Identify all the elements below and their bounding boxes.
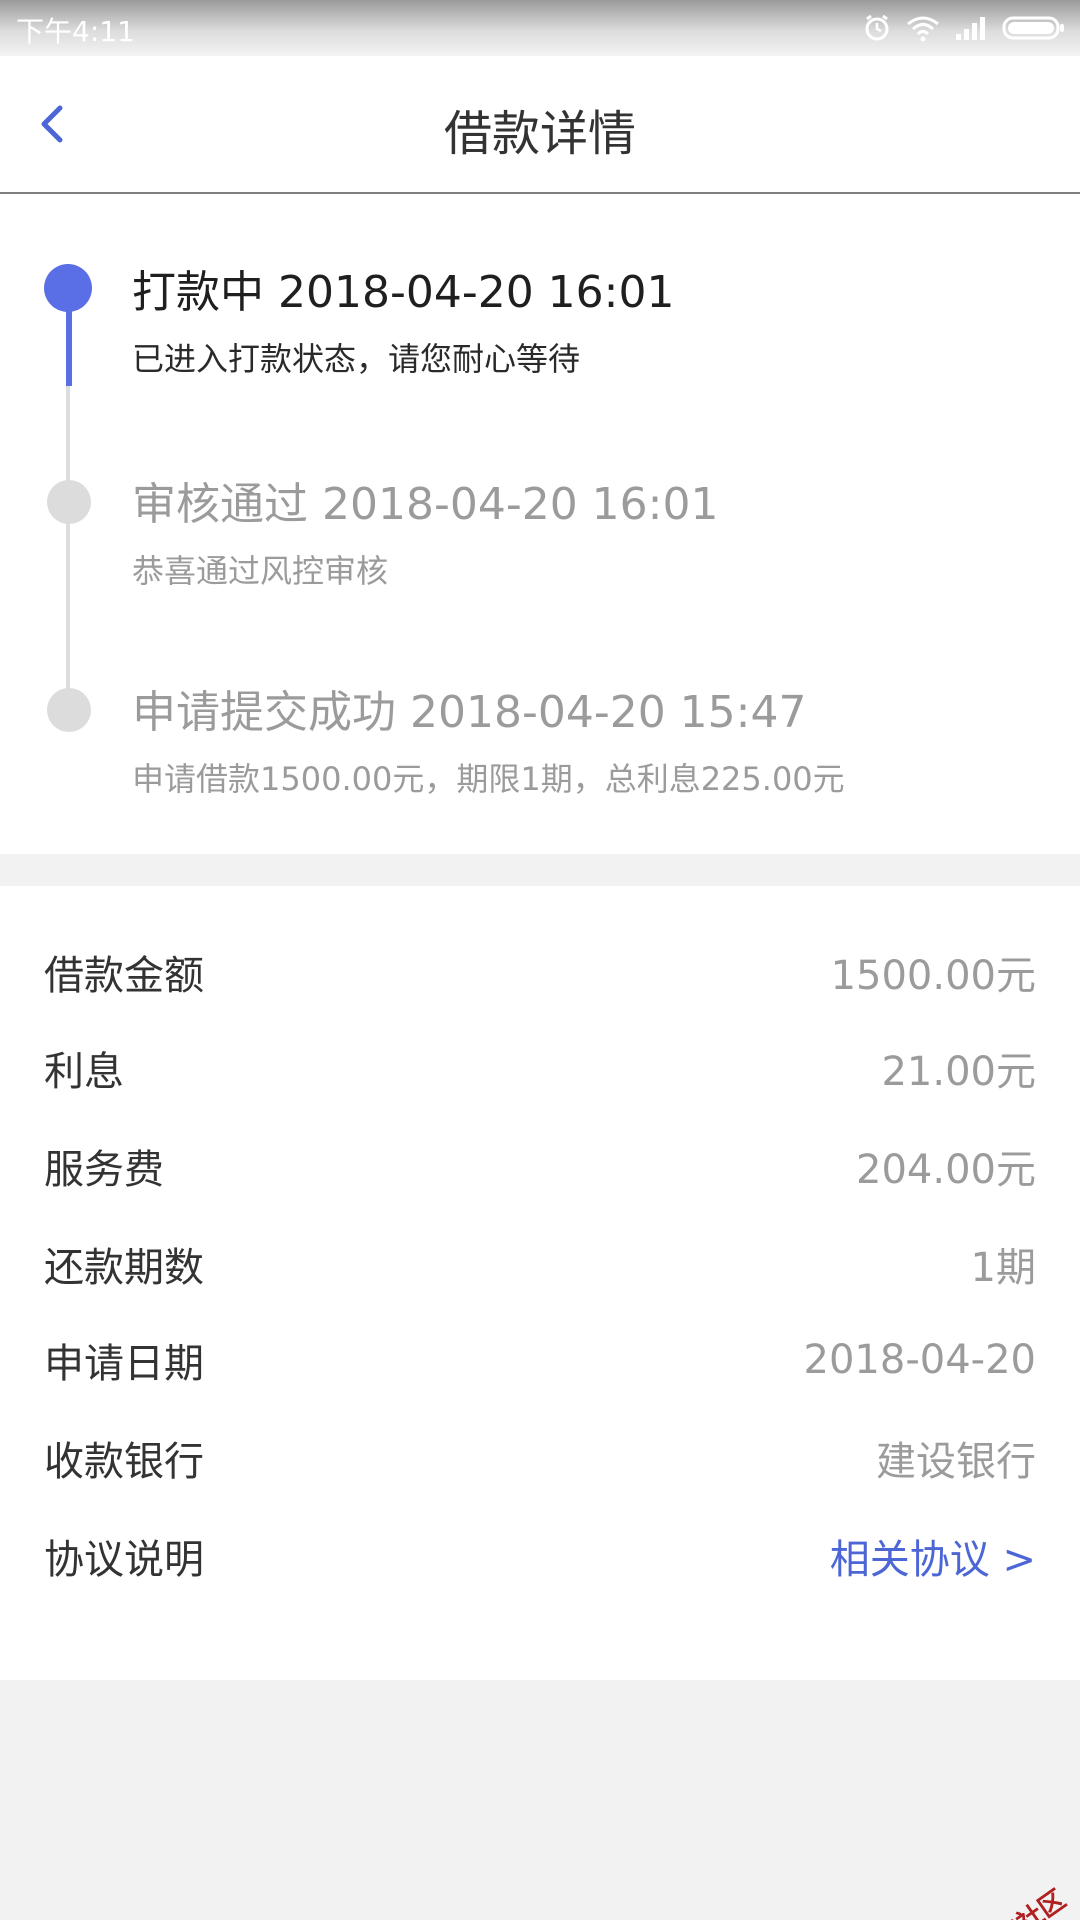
timeline-item-desc: 恭喜通过风控审核 (132, 552, 389, 590)
watermark-logo: 卡农社区 (966, 1880, 1072, 1920)
agreement-link[interactable]: 相关协议 > (830, 1527, 1036, 1585)
detail-label: 协议说明 (44, 1537, 204, 1583)
timeline-item-title: 审核通过 2018-04-20 16:01 (132, 479, 719, 530)
nav-bar: 借款详情 (0, 56, 1080, 194)
detail-row-bank: 收款银行 建设银行 (44, 1428, 1036, 1488)
detail-label: 收款银行 (44, 1439, 204, 1485)
detail-label: 还款期数 (44, 1245, 204, 1291)
timeline-line (66, 522, 70, 704)
detail-row-amount: 借款金额 1500.00元 (44, 942, 1036, 1002)
detail-row-interest: 利息 21.00元 (44, 1038, 1036, 1098)
detail-label: 利息 (44, 1049, 124, 1095)
battery-icon (1002, 14, 1066, 42)
detail-value: 建设银行 (876, 1439, 1036, 1485)
status-bar: 下午4:11 (0, 0, 1080, 56)
timeline-item-desc: 已进入打款状态，请您耐心等待 (132, 340, 581, 378)
timeline-item-paying: 打款中 2018-04-20 16:01 已进入打款状态，请您耐心等待 (132, 256, 674, 380)
detail-row-periods: 还款期数 1期 (44, 1234, 1036, 1294)
wifi-icon (906, 14, 940, 42)
status-time: 下午4:11 (16, 15, 135, 48)
detail-value: 21.00元 (881, 1049, 1036, 1095)
detail-value: 1期 (970, 1245, 1036, 1291)
timeline-item-submitted: 申请提交成功 2018-04-20 15:47 申请借款1500.00元，期限1… (132, 676, 845, 800)
detail-row-apply-date: 申请日期 2018-04-20 (44, 1330, 1036, 1390)
detail-row-agreement: 协议说明 相关协议 > (44, 1526, 1036, 1586)
detail-value: 204.00元 (856, 1147, 1036, 1193)
timeline-dot (47, 688, 91, 732)
timeline-item-title: 打款中 2018-04-20 16:01 (132, 267, 675, 318)
timeline-dot-active (44, 264, 92, 312)
loan-details: 借款金额 1500.00元 利息 21.00元 服务费 204.00元 还款期数… (0, 886, 1080, 1680)
timeline-item-desc: 申请借款1500.00元，期限1期，总利息225.00元 (132, 760, 845, 798)
loan-detail-page: 下午4:11 借款详情 打款中 2018-04-20 16:01 已进入打款状态… (0, 0, 1080, 1920)
signal-icon (954, 14, 988, 42)
alarm-icon (862, 13, 892, 43)
timeline-item-approved: 审核通过 2018-04-20 16:01 恭喜通过风控审核 (132, 468, 718, 592)
timeline-item-title: 申请提交成功 2018-04-20 15:47 (132, 687, 807, 738)
status-icons (862, 8, 1066, 48)
detail-label: 申请日期 (44, 1341, 204, 1387)
detail-value: 2018-04-20 (803, 1337, 1036, 1383)
progress-timeline: 打款中 2018-04-20 16:01 已进入打款状态，请您耐心等待 审核通过… (0, 194, 1080, 854)
detail-label: 借款金额 (44, 953, 204, 999)
timeline-dot (47, 480, 91, 524)
detail-row-service-fee: 服务费 204.00元 (44, 1136, 1036, 1196)
page-title: 借款详情 (443, 106, 636, 162)
detail-value: 1500.00元 (830, 953, 1036, 999)
detail-label: 服务费 (44, 1147, 164, 1193)
